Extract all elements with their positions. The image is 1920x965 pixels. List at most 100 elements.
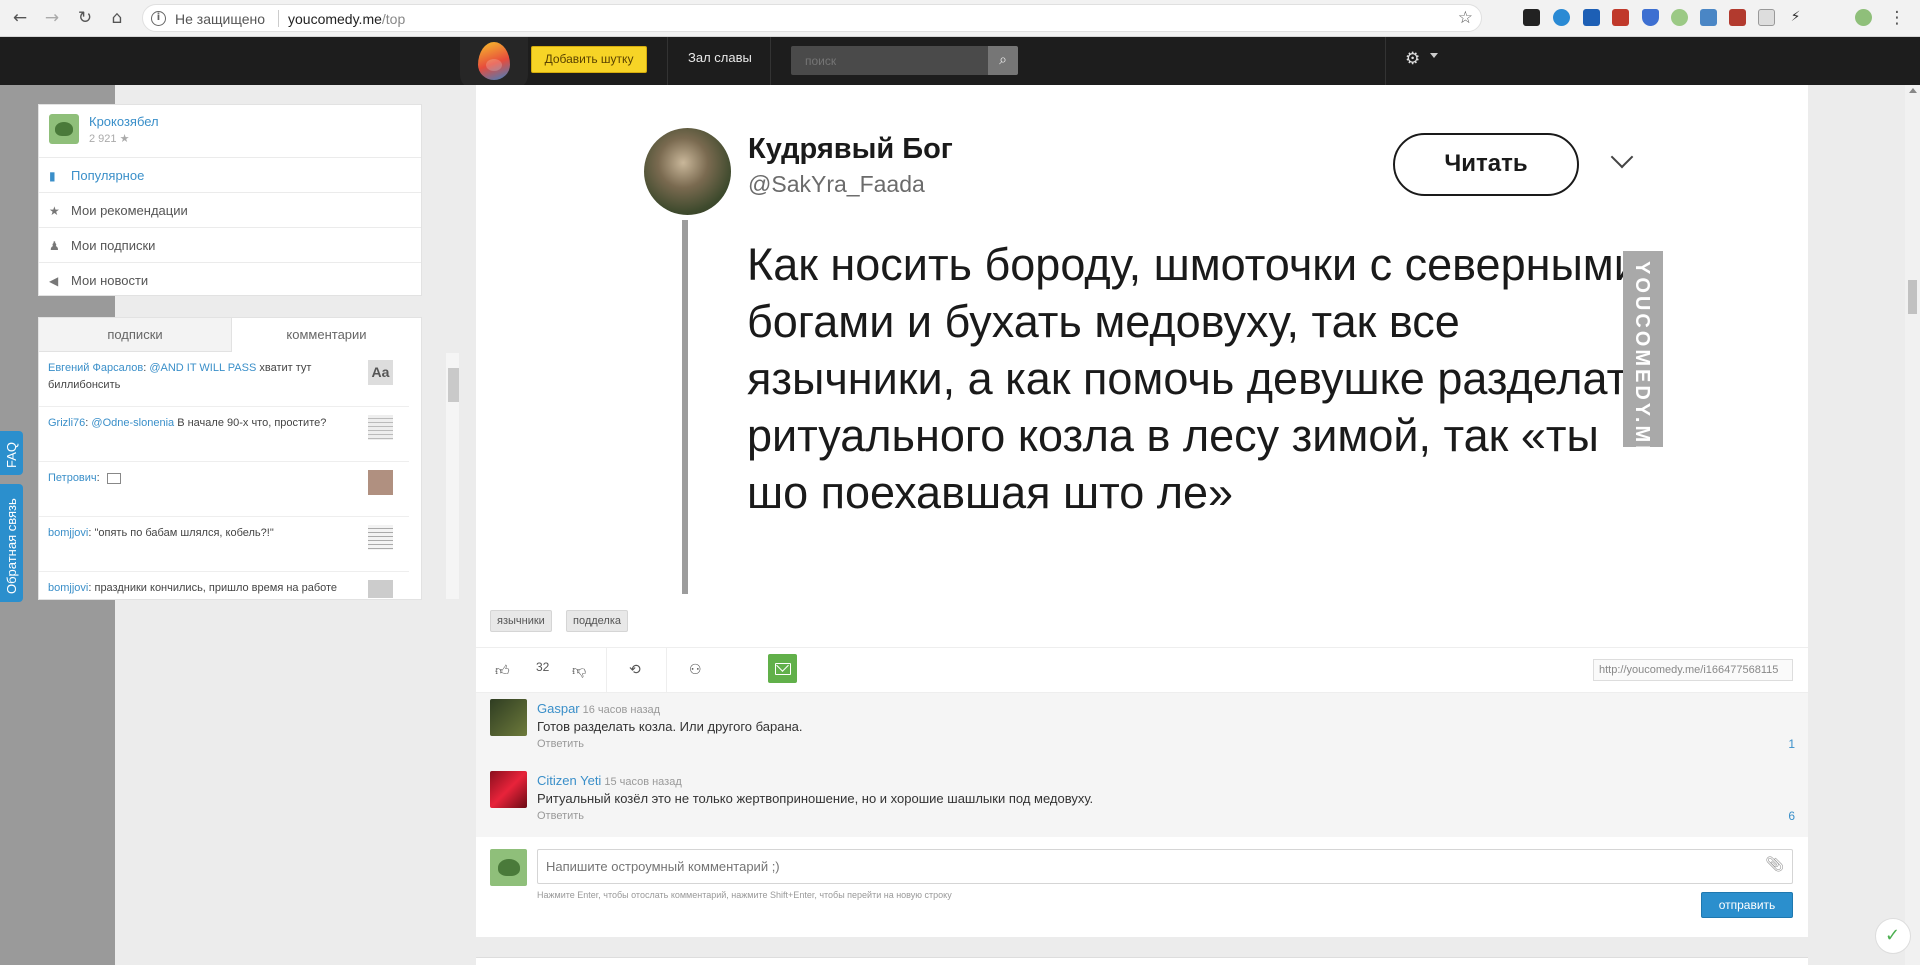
comment-rating: 1 <box>1788 737 1795 751</box>
back-icon[interactable]: ← <box>8 6 32 30</box>
tweet-text: Как носить бороду, шмоточки с северными … <box>747 239 1651 518</box>
action-divider <box>666 648 667 694</box>
comment-author[interactable]: Петрович <box>48 472 97 484</box>
menu-item-popular[interactable]: ▮ Популярное <box>39 157 421 192</box>
address-bar[interactable]: i Не защищено youcomedy.me/top ☆ <box>142 4 1482 32</box>
attachment-icon[interactable]: 📎︎ <box>1765 855 1784 873</box>
widget-scrollbar-thumb[interactable] <box>448 368 459 402</box>
tag[interactable]: язычники <box>490 610 552 632</box>
list-item-text: bomjjovi: "опять по бабам шлялся, кобель… <box>48 527 274 539</box>
avatar[interactable] <box>490 771 527 808</box>
watermark: YOUCOMEDY.ME <box>1623 251 1663 461</box>
menu-dots-icon[interactable]: ⋮ <box>1885 6 1909 30</box>
search-icon[interactable]: ⌕ <box>988 46 1018 75</box>
tag[interactable]: подделка <box>566 610 629 632</box>
vote-count: 32 <box>536 660 550 674</box>
forward-icon[interactable]: → <box>40 6 64 30</box>
comment-time: 16 часов назад <box>582 704 661 716</box>
feedback-tab[interactable]: Обратная связь <box>0 484 23 602</box>
tab-subscriptions[interactable]: подписки <box>39 318 232 352</box>
add-joke-button[interactable]: Добавить шутку <box>531 46 647 73</box>
thumbnail[interactable] <box>368 415 393 440</box>
thumbnail[interactable] <box>368 525 393 550</box>
faq-tab[interactable]: FAQ <box>0 431 23 475</box>
comment-mention[interactable]: @Odne-slonenia <box>91 417 174 429</box>
thumbs-down-icon[interactable]: 👎︎ <box>572 662 586 679</box>
menu-item-label: Мои рекомендации <box>71 203 188 218</box>
comment-author[interactable]: Евгений Фарсалов <box>48 362 143 374</box>
hall-of-fame-link[interactable]: Зал славы <box>688 50 752 65</box>
list-item[interactable]: Петрович: <box>39 462 409 517</box>
extension-icon[interactable] <box>1553 9 1570 26</box>
thumbnail[interactable] <box>368 580 393 598</box>
feedback-tab-label: Обратная связь <box>4 498 19 594</box>
menu-item-news[interactable]: ◀ Мои новости <box>39 262 421 297</box>
extension-icon[interactable] <box>1700 9 1717 26</box>
profile-avatar[interactable] <box>1855 9 1872 26</box>
post-link-field[interactable]: http://youcomedy.me/i166477568115 <box>1593 659 1793 681</box>
menu-item-recommendations[interactable]: ★ Мои рекомендации <box>39 192 421 227</box>
page-scrollbar[interactable] <box>1905 85 1920 965</box>
font-icon[interactable]: Aa <box>368 360 393 385</box>
page-scrollbar-thumb[interactable] <box>1908 280 1917 314</box>
comment: Gaspar 16 часов назад Готов разделать коз… <box>490 693 1795 763</box>
action-divider <box>606 648 607 694</box>
lightning-icon[interactable]: ⚡ <box>1787 9 1804 26</box>
url-text[interactable]: youcomedy.me/top <box>288 11 405 27</box>
avatar[interactable] <box>490 699 527 736</box>
list-item-text: Grizli76: @Odne-slonenia В начале 90-х ч… <box>48 417 327 429</box>
repost-icon[interactable]: ⟲ <box>629 662 641 678</box>
reply-link[interactable]: Ответить <box>537 810 584 822</box>
tab-comments[interactable]: комментарии <box>232 318 421 352</box>
user-panel: Крокозябел 2 921 ★ ▮ Популярное ★ Мои реко… <box>38 104 422 296</box>
faq-tab-label: FAQ <box>4 441 19 468</box>
thumbs-up-icon[interactable]: 👍︎ <box>495 662 510 679</box>
logo-face <box>486 59 502 71</box>
list-item[interactable]: bomjjovi: праздники кончились, пришло вр… <box>39 572 409 600</box>
extension-icon[interactable] <box>1758 9 1775 26</box>
extension-icon[interactable] <box>1671 9 1688 26</box>
list-item[interactable]: Евгений Фарсалов: @AND IT WILL PASS хват… <box>39 352 409 407</box>
comment-author[interactable]: bomjjovi <box>48 582 88 594</box>
info-icon[interactable]: i <box>151 11 166 26</box>
comment-hint: Нажмите Enter, чтобы отослать комментари… <box>537 890 952 900</box>
comment-header: Citizen Yeti 15 часов назад <box>537 773 682 788</box>
send-button[interactable]: отправить <box>1701 892 1793 918</box>
reply-link[interactable]: Ответить <box>537 738 584 750</box>
comment-input[interactable] <box>537 849 1793 884</box>
shield-check-icon[interactable] <box>1875 918 1911 954</box>
avatar[interactable] <box>49 114 79 144</box>
list-item[interactable]: Grizli76: @Odne-slonenia В начале 90-х ч… <box>39 407 409 462</box>
extension-icon[interactable] <box>1583 9 1600 26</box>
comment-author[interactable]: Citizen Yeti <box>537 773 601 788</box>
menu-item-subscriptions[interactable]: ♟ Мои подписки <box>39 227 421 262</box>
site-logo[interactable] <box>460 37 528 89</box>
user-icon[interactable]: ⚇ <box>689 662 702 678</box>
gear-icon[interactable]: ⚙ <box>1405 49 1420 69</box>
mail-icon[interactable] <box>768 654 797 683</box>
post-image[interactable]: Кудрявый Бог @SakYra_Faada Читать Как но… <box>644 119 1667 594</box>
search-input[interactable] <box>791 46 988 75</box>
extension-icon[interactable] <box>1642 9 1659 26</box>
user-rating: 2 921 ★ <box>89 133 130 145</box>
extension-icon[interactable] <box>1523 9 1540 26</box>
comment-author[interactable]: Grizli76 <box>48 417 85 429</box>
security-label: Не защищено <box>175 11 265 27</box>
tweet-handle: @SakYra_Faada <box>748 171 925 197</box>
extension-icon[interactable] <box>1729 9 1746 26</box>
scroll-up-arrow-icon[interactable] <box>1909 88 1917 93</box>
home-icon[interactable]: ⌂ <box>105 6 129 30</box>
thumbnail[interactable] <box>368 470 393 495</box>
extension-icon[interactable] <box>1612 9 1629 26</box>
address-separator <box>278 10 279 27</box>
list-item[interactable]: bomjjovi: "опять по бабам шлялся, кобель… <box>39 517 409 572</box>
username-link[interactable]: Крокозябел <box>89 114 159 129</box>
list-item-text: Петрович: <box>48 470 348 487</box>
chevron-down-icon[interactable] <box>1430 53 1438 58</box>
comment-author[interactable]: bomjjovi <box>48 527 88 539</box>
bookmark-star-icon[interactable]: ☆ <box>1458 8 1473 28</box>
url-path: /top <box>381 11 406 27</box>
reload-icon[interactable]: ↻ <box>73 6 97 30</box>
comment-mention[interactable]: @AND IT WILL PASS <box>149 362 256 374</box>
comment-author[interactable]: Gaspar <box>537 701 580 716</box>
